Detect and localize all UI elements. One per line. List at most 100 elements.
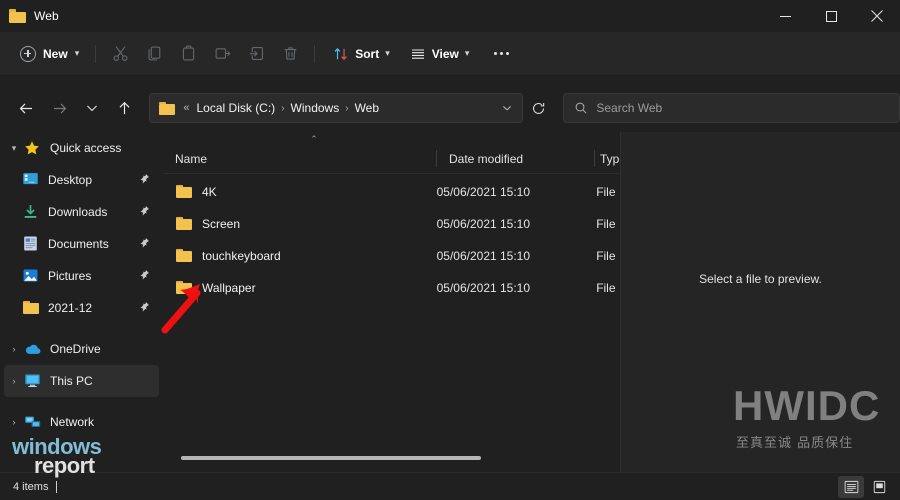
breadcrumb-item-2[interactable]: Web xyxy=(351,98,383,118)
file-name-cell: 4K xyxy=(163,183,435,201)
pin-icon[interactable] xyxy=(139,235,150,253)
copy-button[interactable] xyxy=(137,39,171,69)
table-row[interactable]: 4K 05/06/2021 15:10 File f xyxy=(163,176,616,208)
file-type: File f xyxy=(596,249,616,263)
forward-button[interactable] xyxy=(45,93,74,123)
folder-icon xyxy=(9,9,26,23)
folder-icon xyxy=(159,101,176,115)
sidebar-item-2021-12[interactable]: 2021-12 xyxy=(4,292,159,324)
monitor-icon xyxy=(24,372,42,390)
breadcrumb-item-1[interactable]: Windows xyxy=(287,98,344,118)
recent-locations-button[interactable] xyxy=(78,93,107,123)
chevron-right-icon[interactable]: › xyxy=(4,365,24,397)
sidebar-item-label: Network xyxy=(50,415,95,429)
file-name: 4K xyxy=(202,185,217,199)
sidebar-item-downloads[interactable]: Downloads xyxy=(4,196,159,228)
paste-button[interactable] xyxy=(171,39,205,69)
sidebar-item-pictures[interactable]: Pictures xyxy=(4,260,159,292)
chevron-down-icon: ▾ xyxy=(464,48,470,58)
command-bar: New ▾ Sort ▾ View ▾ xyxy=(0,32,900,76)
table-row[interactable]: Wallpaper 05/06/2021 15:10 File f xyxy=(163,272,616,304)
address-bar[interactable]: « Local Disk (C:) › Windows › Web xyxy=(149,93,523,123)
sidebar-item-label: Pictures xyxy=(48,269,92,283)
breadcrumb-separator: › xyxy=(281,102,285,114)
horizontal-scrollbar[interactable] xyxy=(173,453,610,463)
pin-icon[interactable] xyxy=(139,299,150,317)
file-date: 05/06/2021 15:10 xyxy=(436,281,531,295)
large-icons-view-icon[interactable] xyxy=(866,476,892,498)
pin-icon[interactable] xyxy=(139,267,150,285)
ellipsis-icon xyxy=(493,52,497,55)
details-view-icon[interactable] xyxy=(838,475,864,498)
chevron-right-icon[interactable]: › xyxy=(4,333,24,365)
delete-button[interactable] xyxy=(273,39,307,69)
file-name: Wallpaper xyxy=(202,281,256,295)
address-dropdown-button[interactable] xyxy=(494,95,520,121)
cloud-icon xyxy=(24,340,42,358)
sidebar-item-network[interactable]: › Network xyxy=(4,406,159,438)
pin-icon[interactable] xyxy=(139,171,150,189)
chevron-right-icon[interactable]: › xyxy=(4,406,24,438)
folder-icon xyxy=(22,299,40,317)
folder-icon xyxy=(175,215,193,233)
sidebar-item-quick-access[interactable]: ▾ Quick access xyxy=(4,132,159,164)
sidebar-item-onedrive[interactable]: › OneDrive xyxy=(4,333,159,365)
sidebar-item-documents[interactable]: Documents xyxy=(4,228,159,260)
star-icon xyxy=(24,139,42,157)
sort-button[interactable]: Sort ▾ xyxy=(324,39,399,69)
navigation-bar: « Local Disk (C:) › Windows › Web Search… xyxy=(0,88,900,128)
file-name: Screen xyxy=(202,217,241,231)
search-box[interactable]: Search Web xyxy=(563,93,900,123)
new-button[interactable]: New ▾ xyxy=(12,39,88,69)
status-item-count: 4 items xyxy=(13,480,49,493)
scrollbar-thumb[interactable] xyxy=(181,456,481,460)
see-more-button[interactable] xyxy=(484,39,518,69)
breadcrumb-overflow[interactable]: « xyxy=(183,102,189,114)
table-row[interactable]: touchkeyboard 05/06/2021 15:10 File f xyxy=(163,240,616,272)
network-icon xyxy=(24,413,42,431)
sort-button-label: Sort xyxy=(355,46,380,61)
column-headers: Name Date modified Type xyxy=(163,144,620,174)
column-header-name[interactable]: Name xyxy=(163,144,437,174)
column-header-date-modified[interactable]: Date modified xyxy=(437,144,595,174)
file-explorer-window: Web New ▾ Sort ▾ View ▾ « Local Disk (C:… xyxy=(0,0,900,500)
window-controls xyxy=(762,0,900,32)
text-cursor xyxy=(56,480,58,493)
view-button[interactable]: View ▾ xyxy=(401,39,479,69)
file-rows: 4K 05/06/2021 15:10 File f Screen 05/06/… xyxy=(163,176,620,304)
file-name-cell: Screen xyxy=(163,215,435,233)
preview-pane: Select a file to preview. xyxy=(620,132,900,472)
file-date: 05/06/2021 15:10 xyxy=(436,249,531,263)
sidebar-item-label: Desktop xyxy=(48,173,93,187)
back-button[interactable] xyxy=(12,93,41,123)
up-button[interactable] xyxy=(111,93,140,123)
rename-button[interactable] xyxy=(205,39,239,69)
breadcrumb: Local Disk (C:) › Windows › Web xyxy=(193,98,384,118)
chevron-down-icon[interactable]: ▾ xyxy=(4,132,24,164)
column-header-label: Name xyxy=(175,151,208,166)
breadcrumb-item-0[interactable]: Local Disk (C:) xyxy=(193,98,280,118)
close-button[interactable] xyxy=(854,0,900,32)
pin-icon[interactable] xyxy=(139,203,150,221)
list-lines-icon xyxy=(411,48,424,59)
minimize-button[interactable] xyxy=(762,0,808,32)
sort-arrows-icon xyxy=(334,47,348,60)
sidebar-item-desktop[interactable]: Desktop xyxy=(4,164,159,196)
plus-circle-icon xyxy=(20,45,36,62)
sidebar-item-this-pc[interactable]: › This PC xyxy=(4,365,159,397)
sidebar-item-label: 2021-12 xyxy=(48,301,93,315)
breadcrumb-separator: › xyxy=(345,102,349,114)
column-header-label: Date modified xyxy=(449,151,524,166)
cut-button[interactable] xyxy=(103,39,137,69)
file-name-cell: Wallpaper xyxy=(163,279,435,297)
maximize-button[interactable] xyxy=(808,0,854,32)
file-type: File f xyxy=(596,217,616,231)
column-header-type[interactable]: Type xyxy=(595,144,620,174)
share-button[interactable] xyxy=(239,39,273,69)
view-button-label: View xyxy=(431,46,459,61)
refresh-button[interactable] xyxy=(525,93,554,123)
download-icon xyxy=(22,203,40,221)
table-row[interactable]: Screen 05/06/2021 15:10 File f xyxy=(163,208,616,240)
search-input[interactable]: Search Web xyxy=(596,101,662,115)
